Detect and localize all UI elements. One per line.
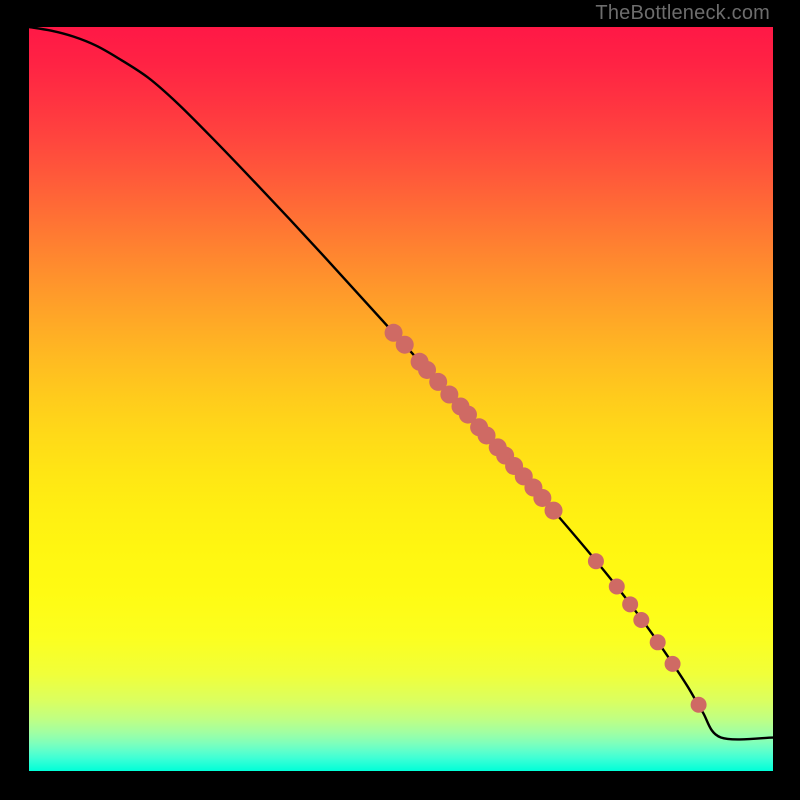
data-point: [609, 578, 625, 594]
data-point: [665, 656, 681, 672]
data-point: [396, 336, 414, 354]
curve-layer: [29, 27, 773, 771]
data-point: [633, 612, 649, 628]
data-point: [622, 596, 638, 612]
watermark-label: TheBottleneck.com: [595, 2, 770, 25]
data-point: [588, 553, 604, 569]
data-point: [650, 634, 666, 650]
data-point: [545, 502, 563, 520]
data-point: [691, 697, 707, 713]
chart-frame: TheBottleneck.com: [0, 0, 800, 800]
plot-area: [29, 27, 773, 771]
bottleneck-curve: [29, 27, 773, 739]
